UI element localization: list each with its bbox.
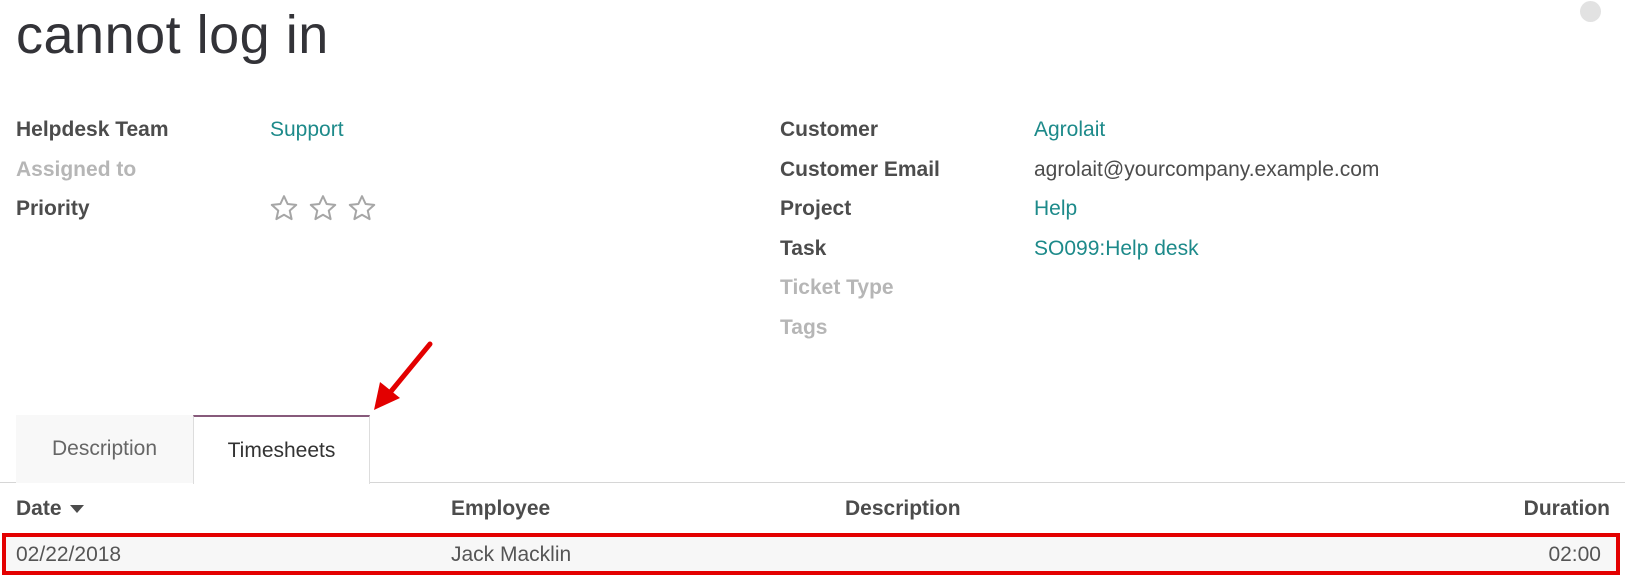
row-date: 02/22/2018 — [16, 543, 122, 566]
column-header-date[interactable]: Date — [16, 497, 84, 521]
task-label: Task — [780, 237, 827, 260]
priority-widget[interactable] — [269, 193, 377, 223]
task-value[interactable]: SO099:Help desk — [1034, 237, 1199, 261]
customer-email-label: Customer Email — [780, 158, 940, 181]
customer-label: Customer — [780, 118, 879, 141]
tags-field[interactable] — [1034, 316, 1434, 342]
tab-timesheets[interactable]: Timesheets — [193, 415, 370, 484]
customer-email-value[interactable]: agrolait@yourcompany.example.com — [1034, 158, 1379, 182]
column-header-employee[interactable]: Employee — [451, 497, 550, 521]
ticket-title[interactable]: cannot log in — [16, 0, 329, 70]
tab-description[interactable]: Description — [16, 415, 193, 483]
row-duration: 02:00 — [1548, 543, 1601, 566]
row-employee: Jack Macklin — [451, 543, 572, 566]
star-icon[interactable] — [269, 193, 299, 223]
assigned-to-field[interactable] — [270, 158, 670, 184]
ticket-type-label: Ticket Type — [780, 276, 894, 299]
notebook-tabs: Description Timesheets — [16, 415, 370, 484]
tags-label: Tags — [780, 316, 828, 339]
annotation-arrow-icon — [374, 341, 433, 410]
sort-descending-icon — [69, 505, 84, 514]
table-row[interactable] — [2, 533, 1620, 575]
project-label: Project — [780, 197, 852, 220]
customer-value[interactable]: Agrolait — [1034, 118, 1105, 142]
star-icon[interactable] — [347, 193, 377, 223]
star-icon[interactable] — [308, 193, 338, 223]
status-indicator[interactable] — [1580, 1, 1601, 22]
project-value[interactable]: Help — [1034, 197, 1077, 221]
assigned-to-label: Assigned to — [16, 158, 137, 181]
helpdesk-team-label: Helpdesk Team — [16, 118, 169, 141]
column-header-description[interactable]: Description — [845, 497, 961, 521]
column-header-date-label: Date — [16, 497, 62, 520]
helpdesk-team-value[interactable]: Support — [270, 118, 344, 142]
column-header-duration[interactable]: Duration — [1524, 497, 1610, 521]
ticket-type-field[interactable] — [1034, 276, 1434, 302]
priority-label: Priority — [16, 197, 90, 220]
